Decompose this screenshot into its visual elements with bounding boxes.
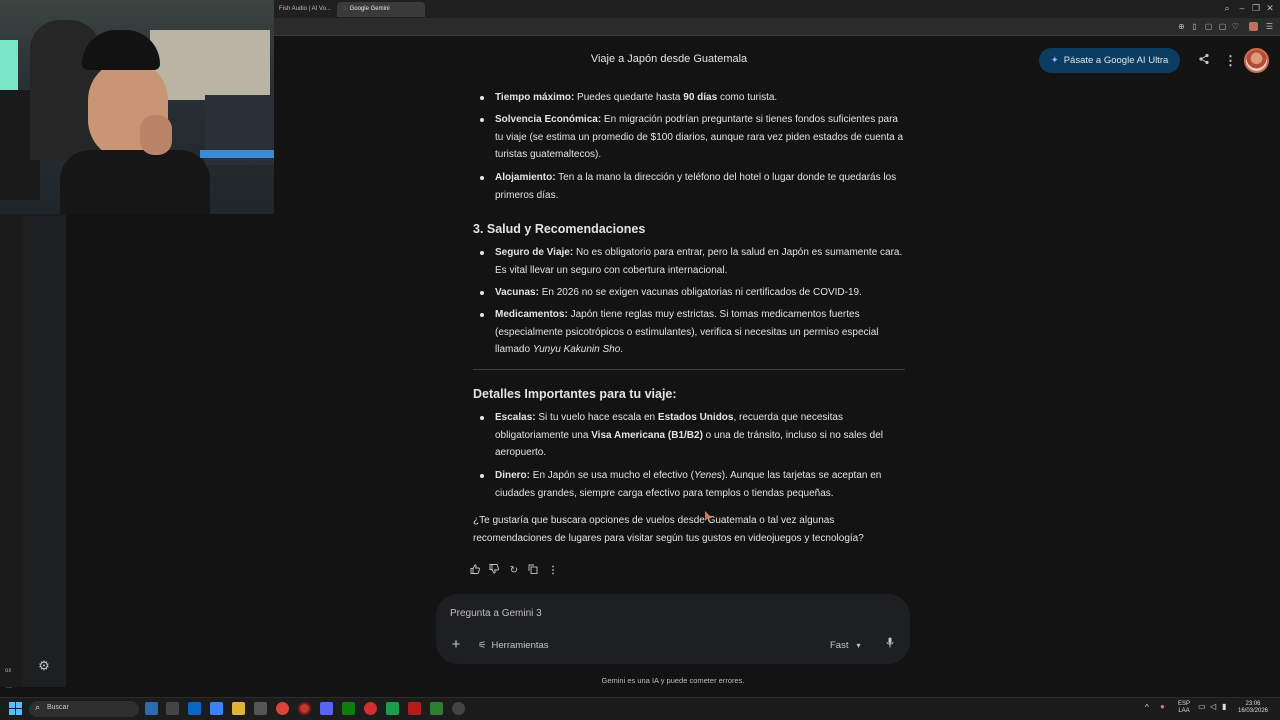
tab-favicon-icon: ◌ [343, 6, 347, 12]
opera-icon[interactable] [298, 702, 311, 715]
battery-icon[interactable]: ▮ [1222, 703, 1226, 711]
add-attachment-button[interactable]: + [449, 637, 463, 653]
tab-label: Google Gemini [349, 6, 390, 12]
bookmark-icon[interactable]: ▯ [1190, 22, 1199, 31]
list-item: Alojamiento: Ten a la mano la dirección … [480, 169, 907, 204]
tab-google-gemini[interactable]: ◌ Google Gemini [337, 2, 425, 17]
heart-icon[interactable]: ♡ [1231, 22, 1240, 31]
list-item: Dinero: En Japón se usa mucho el efectiv… [480, 467, 907, 502]
media-icon[interactable] [364, 702, 377, 715]
more-actions-icon[interactable]: ⋮ [546, 564, 560, 578]
list-item: Solvencia Económica: En migración podría… [480, 111, 907, 164]
upgrade-label: Pásate a Google AI Ultra [1063, 55, 1169, 66]
profile-icon[interactable] [1249, 22, 1258, 31]
minimize-button[interactable]: – [1235, 3, 1249, 13]
app-icon[interactable] [254, 702, 267, 715]
sidebar-panel [22, 216, 66, 687]
sidebar-more-icon[interactable]: ... [6, 683, 12, 690]
menu-icon[interactable]: ☰ [1265, 22, 1274, 31]
settings-app-icon[interactable] [452, 702, 465, 715]
search-tabs-icon[interactable]: ⌕ [1220, 3, 1234, 14]
language-indicator[interactable]: ESP LAA [1178, 701, 1190, 715]
closing-paragraph: ¿Te gustaría que buscara opciones de vue… [473, 515, 864, 544]
maximize-button[interactable]: ❐ [1249, 3, 1263, 14]
tools-button[interactable]: ⚟ Herramientas [478, 638, 549, 653]
tab-fish-audio[interactable]: Fish Audio | AI Vo... [273, 2, 333, 17]
widgets-icon[interactable] [166, 702, 179, 715]
mouse-cursor-icon [705, 510, 713, 523]
list-item: Vacunas: En 2026 no se exigen vacunas ob… [480, 284, 907, 302]
section-heading: Detalles Importantes para tu viaje: [473, 387, 677, 401]
excel-icon[interactable] [430, 702, 443, 715]
model-selector[interactable]: Fast ▾ [830, 638, 861, 653]
xbox-icon[interactable] [342, 702, 355, 715]
taskbar: ⌕ Buscar ^ ● ESP LAA ▭ ◁ ▮ 23:06 16/03/202… [0, 697, 1280, 720]
network-icon[interactable]: ▭ [1198, 703, 1206, 711]
search-icon: ⌕ [35, 702, 41, 712]
regenerate-icon[interactable]: ↻ [507, 564, 521, 578]
clock[interactable]: 23:06 16/03/2026 [1236, 701, 1270, 715]
edge-icon[interactable] [188, 702, 201, 715]
upgrade-ultra-button[interactable]: ✦ Pásate a Google AI Ultra [1039, 48, 1180, 73]
close-window-button[interactable]: ✕ [1263, 3, 1277, 14]
conversation-title: Viaje a Japón desde Guatemala [590, 53, 748, 65]
sparkle-icon: ✦ [1050, 55, 1059, 66]
microphone-icon[interactable] [884, 637, 896, 653]
chevron-down-icon: ▾ [856, 641, 861, 650]
list-item: Tiempo máximo: Puedes quedarte hasta 90 … [480, 89, 907, 107]
mail-icon[interactable] [210, 702, 223, 715]
tools-label: Herramientas [491, 640, 549, 651]
sidebar-text: ox [5, 668, 12, 674]
list-item: Medicamentos: Japón tiene reglas muy est… [480, 306, 907, 359]
task-view-icon[interactable] [145, 702, 158, 715]
file-explorer-icon[interactable] [232, 702, 245, 715]
list-item: Escalas: Si tu vuelo hace escala en Esta… [480, 409, 907, 462]
chrome-icon[interactable] [276, 702, 289, 715]
webcam-overlay [0, 0, 274, 214]
recorder-icon[interactable] [408, 702, 421, 715]
copy-icon[interactable] [526, 564, 540, 578]
divider [473, 369, 905, 370]
tray-chevron-icon[interactable]: ^ [1145, 704, 1149, 712]
more-options-icon[interactable]: ⋮ [1224, 53, 1237, 69]
thumbs-down-icon[interactable] [487, 564, 501, 578]
extension-icon[interactable]: ▢ [1204, 22, 1213, 31]
prompt-input[interactable] [450, 605, 750, 621]
reader-icon[interactable]: ▢ [1218, 22, 1227, 31]
windows-start-icon[interactable] [9, 702, 23, 716]
list-item: Seguro de Viaje: No es obligatorio para … [480, 244, 907, 279]
model-label: Fast [830, 640, 849, 651]
volume-icon[interactable]: ◁ [1210, 703, 1216, 711]
microphone-tray-icon[interactable]: ● [1160, 703, 1165, 711]
share-icon[interactable] [1196, 53, 1212, 69]
avatar[interactable] [1244, 48, 1269, 73]
tools-icon: ⚟ [478, 640, 487, 651]
disclaimer-text: Gemini es una IA y puede cometer errores… [601, 676, 745, 685]
section-heading: 3. Salud y Recomendaciones [473, 222, 646, 236]
search-label: Buscar [47, 704, 69, 711]
settings-gear-icon[interactable]: ⚙ [37, 659, 51, 673]
discord-icon[interactable] [320, 702, 333, 715]
response-actions: ↻ ⋮ [468, 564, 568, 580]
taskbar-search[interactable]: ⌕ Buscar [29, 701, 139, 717]
thumbs-up-icon[interactable] [468, 564, 482, 578]
play-icon[interactable] [386, 702, 399, 715]
zoom-icon[interactable]: ⊕ [1177, 22, 1186, 31]
